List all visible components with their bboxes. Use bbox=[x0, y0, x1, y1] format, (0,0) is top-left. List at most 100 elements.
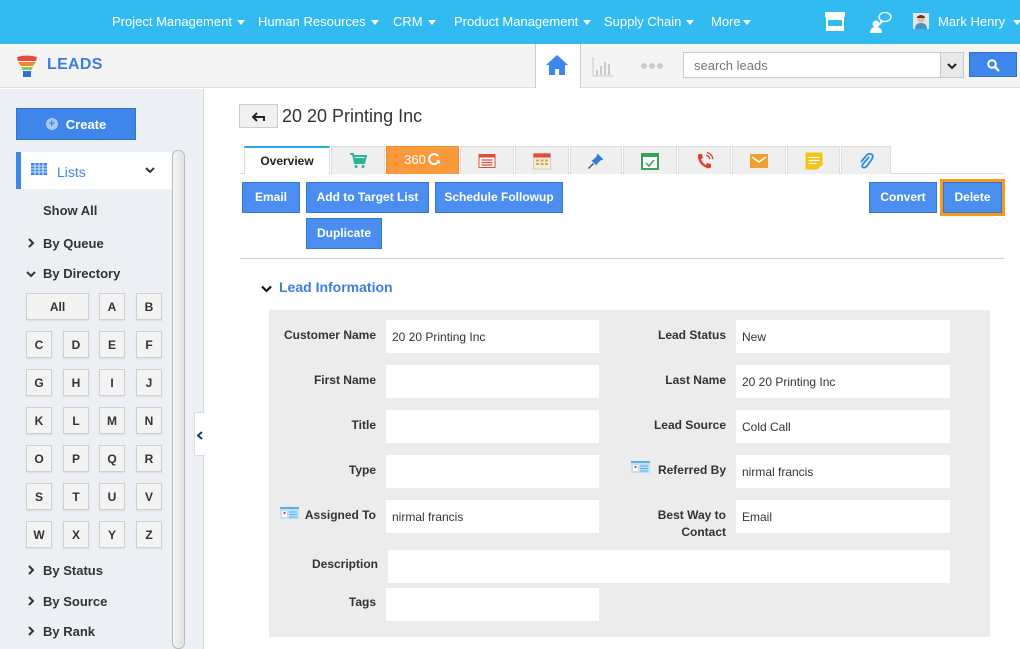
back-button[interactable] bbox=[239, 104, 278, 128]
nav-label: More bbox=[711, 14, 741, 29]
tab-tasks[interactable] bbox=[623, 146, 677, 174]
home-icon[interactable] bbox=[545, 54, 569, 76]
avatar[interactable] bbox=[913, 13, 929, 29]
note-icon bbox=[805, 152, 822, 169]
nav-label: Human Resources bbox=[258, 14, 366, 29]
schedule-followup-button[interactable]: Schedule Followup bbox=[435, 182, 563, 213]
letter-filter-r[interactable]: R bbox=[136, 445, 162, 472]
best-way-to-contact-value[interactable]: Email bbox=[736, 500, 950, 533]
tab-notes[interactable] bbox=[787, 146, 840, 174]
add-to-target-list-button[interactable]: Add to Target List bbox=[306, 182, 429, 213]
tab-cart[interactable] bbox=[331, 146, 385, 174]
letter-filter-q[interactable]: Q bbox=[99, 445, 125, 472]
letter-filter-h[interactable]: H bbox=[63, 369, 89, 396]
tab-mail[interactable] bbox=[732, 146, 786, 174]
letter-filter-g[interactable]: G bbox=[26, 369, 52, 396]
letter-filter-i[interactable]: I bbox=[99, 369, 125, 396]
caret-down-icon bbox=[686, 20, 695, 26]
letter-filter-s[interactable]: S bbox=[26, 483, 52, 510]
letter-filter-m[interactable]: M bbox=[99, 407, 125, 434]
letter-filter-y[interactable]: Y bbox=[99, 521, 125, 548]
letter-filter-o[interactable]: O bbox=[26, 445, 52, 472]
by-status-link[interactable]: By Status bbox=[43, 563, 103, 578]
tab-calendar[interactable] bbox=[515, 146, 569, 174]
convert-button[interactable]: Convert bbox=[869, 182, 937, 213]
chevron-down-icon[interactable] bbox=[145, 167, 155, 174]
user-menu-caret-icon[interactable] bbox=[1013, 20, 1020, 25]
chat-user-icon[interactable] bbox=[868, 10, 892, 34]
letter-filter-c[interactable]: C bbox=[26, 331, 52, 358]
by-rank-link[interactable]: By Rank bbox=[43, 624, 95, 639]
letter-filter-p[interactable]: P bbox=[63, 445, 89, 472]
letter-filter-z[interactable]: Z bbox=[136, 521, 162, 548]
collapse-sidebar-button[interactable] bbox=[194, 412, 205, 456]
sidebar-scrollbar[interactable] bbox=[172, 150, 185, 649]
by-directory-link[interactable]: By Directory bbox=[43, 266, 120, 281]
referred-by-value[interactable]: nirmal francis bbox=[736, 455, 950, 488]
tab-newspaper[interactable] bbox=[460, 146, 514, 174]
delete-button[interactable]: Delete bbox=[940, 179, 1005, 216]
tab-360[interactable]: 360 bbox=[386, 146, 459, 174]
section-title-lead-information[interactable]: Lead Information bbox=[279, 279, 393, 295]
tags-value[interactable] bbox=[386, 588, 599, 621]
search-filter-dropdown[interactable] bbox=[940, 52, 964, 78]
nav-project-management[interactable]: Project Management bbox=[112, 14, 245, 29]
letter-filter-w[interactable]: W bbox=[26, 521, 52, 548]
assigned-to-value[interactable]: nirmal francis bbox=[386, 500, 599, 533]
letter-filter-k[interactable]: K bbox=[26, 407, 52, 434]
letter-filter-x[interactable]: X bbox=[63, 521, 89, 548]
search-input[interactable] bbox=[683, 52, 941, 78]
letter-filter-l[interactable]: L bbox=[63, 407, 89, 434]
lead-status-value[interactable]: New bbox=[736, 320, 950, 353]
show-all-link[interactable]: Show All bbox=[43, 203, 97, 218]
letter-filter-b[interactable]: B bbox=[136, 293, 162, 320]
first-name-value[interactable] bbox=[386, 365, 599, 398]
nav-more[interactable]: More bbox=[711, 14, 751, 29]
email-button[interactable]: Email bbox=[242, 182, 300, 213]
letter-filter-a[interactable]: A bbox=[99, 293, 125, 320]
letter-filter-f[interactable]: F bbox=[136, 331, 162, 358]
letter-filter-all[interactable]: All bbox=[26, 293, 89, 320]
description-value[interactable] bbox=[388, 550, 950, 583]
letter-filter-v[interactable]: V bbox=[136, 483, 162, 510]
lead-source-value[interactable]: Cold Call bbox=[736, 410, 950, 443]
store-icon[interactable] bbox=[824, 11, 846, 32]
referred-by-label: Referred By bbox=[657, 463, 726, 477]
nav-human-resources[interactable]: Human Resources bbox=[258, 14, 379, 29]
type-value[interactable] bbox=[386, 455, 599, 488]
chart-icon[interactable] bbox=[592, 56, 614, 77]
title-value[interactable] bbox=[386, 410, 599, 443]
description-label: Description bbox=[311, 557, 378, 571]
last-name-label: Last Name bbox=[665, 373, 726, 387]
user-name[interactable]: Mark Henry bbox=[938, 14, 1005, 29]
letter-filter-j[interactable]: J bbox=[136, 369, 162, 396]
by-source-link[interactable]: By Source bbox=[43, 594, 107, 609]
create-button[interactable]: + Create bbox=[16, 108, 136, 140]
chevron-down-icon[interactable] bbox=[261, 285, 272, 293]
chevron-down-icon bbox=[947, 63, 957, 70]
letter-filter-e[interactable]: E bbox=[99, 331, 125, 358]
more-dots-icon[interactable] bbox=[641, 62, 663, 70]
letter-filter-t[interactable]: T bbox=[63, 483, 89, 510]
tab-360-label: 360 bbox=[404, 152, 426, 167]
tab-calls[interactable] bbox=[678, 146, 731, 174]
best-way-to-contact-label-line1: Best Way to bbox=[657, 508, 726, 522]
letter-filter-u[interactable]: U bbox=[99, 483, 125, 510]
tab-pin[interactable] bbox=[570, 146, 622, 174]
duplicate-button[interactable]: Duplicate bbox=[306, 218, 382, 249]
letter-filter-n[interactable]: N bbox=[136, 407, 162, 434]
nav-product-management[interactable]: Product Management bbox=[454, 14, 592, 29]
letter-filter-d[interactable]: D bbox=[63, 331, 89, 358]
customer-name-value[interactable]: 20 20 Printing Inc bbox=[386, 320, 599, 353]
by-queue-link[interactable]: By Queue bbox=[43, 236, 104, 251]
search-button[interactable] bbox=[969, 52, 1017, 77]
task-check-icon bbox=[641, 152, 659, 170]
nav-crm[interactable]: CRM bbox=[393, 14, 436, 29]
title-label: Title bbox=[351, 418, 376, 432]
last-name-value[interactable]: 20 20 Printing Inc bbox=[736, 365, 950, 398]
lists-label[interactable]: Lists bbox=[57, 164, 86, 180]
tab-attachments[interactable] bbox=[841, 146, 891, 174]
tab-overview[interactable]: Overview bbox=[244, 146, 330, 174]
leads-funnel-logo-icon bbox=[17, 55, 37, 77]
nav-supply-chain[interactable]: Supply Chain bbox=[604, 14, 695, 29]
